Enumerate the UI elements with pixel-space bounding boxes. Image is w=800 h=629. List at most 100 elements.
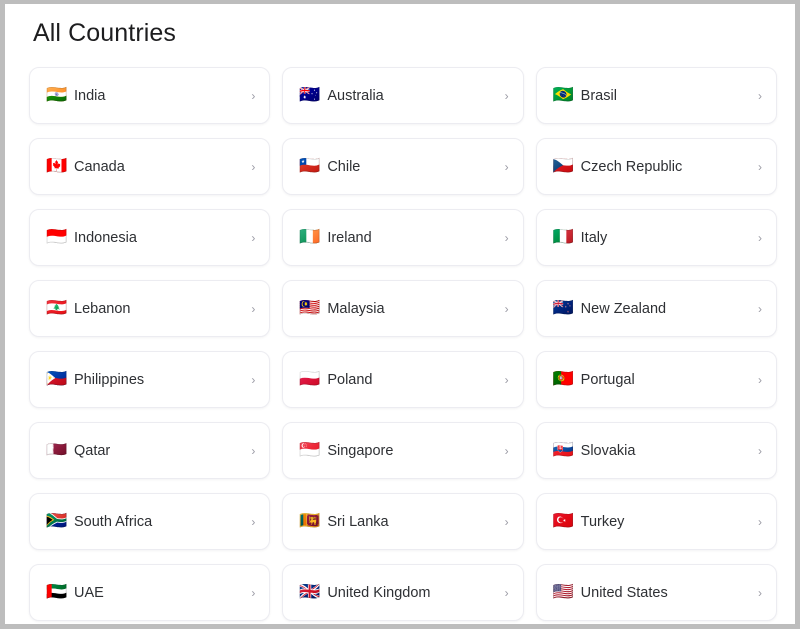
country-name-label: UAE (74, 584, 104, 601)
chevron-right-icon[interactable]: › (499, 303, 509, 315)
country-flag-icon: 🇲🇾 (299, 298, 321, 318)
country-card[interactable]: 🇵🇭 Philippines › (29, 351, 271, 408)
country-card[interactable]: 🇹🇷 Turkey › (535, 493, 777, 550)
country-name-label: Canada (74, 158, 125, 175)
country-name-label: South Africa (74, 513, 153, 530)
country-card[interactable]: 🇮🇳 India › (29, 67, 271, 124)
chevron-right-icon[interactable]: › (752, 303, 762, 315)
country-flag-icon: 🇸🇬 (299, 440, 321, 460)
country-card[interactable]: 🇲🇾 Malaysia › (282, 280, 524, 337)
country-card[interactable]: 🇸🇰 Slovakia › (535, 422, 777, 479)
country-card[interactable]: 🇱🇰 Sri Lanka › (282, 493, 524, 550)
chevron-right-icon[interactable]: › (752, 232, 762, 244)
chevron-right-icon[interactable]: › (752, 161, 762, 173)
country-flag-icon: 🇨🇱 (299, 156, 321, 176)
page-title: All Countries (33, 19, 177, 47)
chevron-right-icon[interactable]: › (245, 516, 255, 528)
country-flag-icon: 🇬🇧 (299, 582, 321, 602)
browser-viewport: All Countries 🇮🇳 India › 🇦🇺 Australia › 🇧🇷 Bras… (0, 0, 800, 629)
all-countries-page: All Countries 🇮🇳 India › 🇦🇺 Australia › 🇧🇷 Bras… (5, 4, 795, 624)
country-name-label: Slovakia (580, 442, 636, 459)
country-flag-icon: 🇨🇿 (552, 156, 574, 176)
country-flag-icon: 🇮🇪 (299, 227, 321, 247)
country-name-label: Portugal (580, 371, 635, 388)
country-flag-icon: 🇺🇸 (552, 582, 574, 602)
chevron-right-icon[interactable]: › (499, 445, 509, 457)
chevron-right-icon[interactable]: › (245, 232, 255, 244)
country-card[interactable]: 🇵🇹 Portugal › (535, 351, 777, 408)
chevron-right-icon[interactable]: › (245, 303, 255, 315)
country-card[interactable]: 🇬🇧 United Kingdom › (282, 564, 524, 621)
country-flag-icon: 🇱🇰 (299, 511, 321, 531)
country-name-label: India (74, 87, 106, 104)
country-name-label: Czech Republic (580, 158, 683, 175)
chevron-right-icon[interactable]: › (499, 90, 509, 102)
country-card[interactable]: 🇮🇹 Italy › (535, 209, 777, 266)
chevron-right-icon[interactable]: › (499, 232, 509, 244)
country-card[interactable]: 🇺🇸 United States › (535, 564, 777, 621)
country-card[interactable]: 🇱🇧 Lebanon › (29, 280, 271, 337)
country-flag-icon: 🇦🇪 (46, 582, 68, 602)
chevron-right-icon[interactable]: › (245, 374, 255, 386)
country-card[interactable]: 🇦🇪 UAE › (29, 564, 271, 621)
country-flag-icon: 🇧🇷 (552, 85, 574, 105)
country-name-label: United States (580, 584, 668, 601)
country-name-label: Poland (327, 371, 373, 388)
country-name-label: Ireland (327, 229, 372, 246)
country-flag-icon: 🇹🇷 (552, 511, 574, 531)
country-flag-icon: 🇸🇰 (552, 440, 574, 460)
country-card[interactable]: 🇮🇪 Ireland › (282, 209, 524, 266)
country-name-label: Philippines (74, 371, 145, 388)
chevron-right-icon[interactable]: › (245, 90, 255, 102)
chevron-right-icon[interactable]: › (499, 374, 509, 386)
country-flag-icon: 🇵🇱 (299, 369, 321, 389)
country-flag-icon: 🇿🇦 (46, 511, 68, 531)
country-flag-icon: 🇶🇦 (46, 440, 68, 460)
country-card[interactable]: 🇨🇱 Chile › (282, 138, 524, 195)
country-card[interactable]: 🇧🇷 Brasil › (535, 67, 777, 124)
country-flag-icon: 🇦🇺 (299, 85, 321, 105)
country-card[interactable]: 🇵🇱 Poland › (282, 351, 524, 408)
country-flag-icon: 🇮🇳 (46, 85, 68, 105)
country-name-label: Sri Lanka (327, 513, 389, 530)
country-name-label: Lebanon (74, 300, 131, 317)
country-grid: 🇮🇳 India › 🇦🇺 Australia › 🇧🇷 Brasil › 🇨🇦 Canada › 🇨🇱… (29, 67, 777, 621)
chevron-right-icon[interactable]: › (752, 587, 762, 599)
country-name-label: Turkey (580, 513, 625, 530)
country-card[interactable]: 🇨🇿 Czech Republic › (535, 138, 777, 195)
country-name-label: Chile (327, 158, 361, 175)
country-card[interactable]: 🇮🇩 Indonesia › (29, 209, 271, 266)
country-card[interactable]: 🇨🇦 Canada › (29, 138, 271, 195)
chevron-right-icon[interactable]: › (499, 516, 509, 528)
country-card[interactable]: 🇸🇬 Singapore › (282, 422, 524, 479)
country-card[interactable]: 🇦🇺 Australia › (282, 67, 524, 124)
country-flag-icon: 🇮🇩 (46, 227, 68, 247)
country-name-label: Singapore (327, 442, 394, 459)
country-name-label: Italy (580, 229, 608, 246)
country-name-label: Malaysia (327, 300, 385, 317)
chevron-right-icon[interactable]: › (245, 587, 255, 599)
country-card[interactable]: 🇶🇦 Qatar › (29, 422, 271, 479)
country-flag-icon: 🇳🇿 (552, 298, 574, 318)
country-card[interactable]: 🇿🇦 South Africa › (29, 493, 271, 550)
country-name-label: Australia (327, 87, 384, 104)
country-name-label: Indonesia (74, 229, 137, 246)
country-name-label: New Zealand (580, 300, 667, 317)
chevron-right-icon[interactable]: › (752, 516, 762, 528)
chevron-right-icon[interactable]: › (752, 374, 762, 386)
chevron-right-icon[interactable]: › (499, 161, 509, 173)
chevron-right-icon[interactable]: › (499, 587, 509, 599)
country-flag-icon: 🇮🇹 (552, 227, 574, 247)
country-flag-icon: 🇵🇭 (46, 369, 68, 389)
country-name-label: United Kingdom (327, 584, 431, 601)
country-name-label: Brasil (580, 87, 617, 104)
chevron-right-icon[interactable]: › (245, 445, 255, 457)
chevron-right-icon[interactable]: › (752, 90, 762, 102)
country-card[interactable]: 🇳🇿 New Zealand › (535, 280, 777, 337)
country-name-label: Qatar (74, 442, 111, 459)
country-flag-icon: 🇵🇹 (552, 369, 574, 389)
chevron-right-icon[interactable]: › (245, 161, 255, 173)
country-flag-icon: 🇱🇧 (46, 298, 68, 318)
country-flag-icon: 🇨🇦 (46, 156, 68, 176)
chevron-right-icon[interactable]: › (752, 445, 762, 457)
